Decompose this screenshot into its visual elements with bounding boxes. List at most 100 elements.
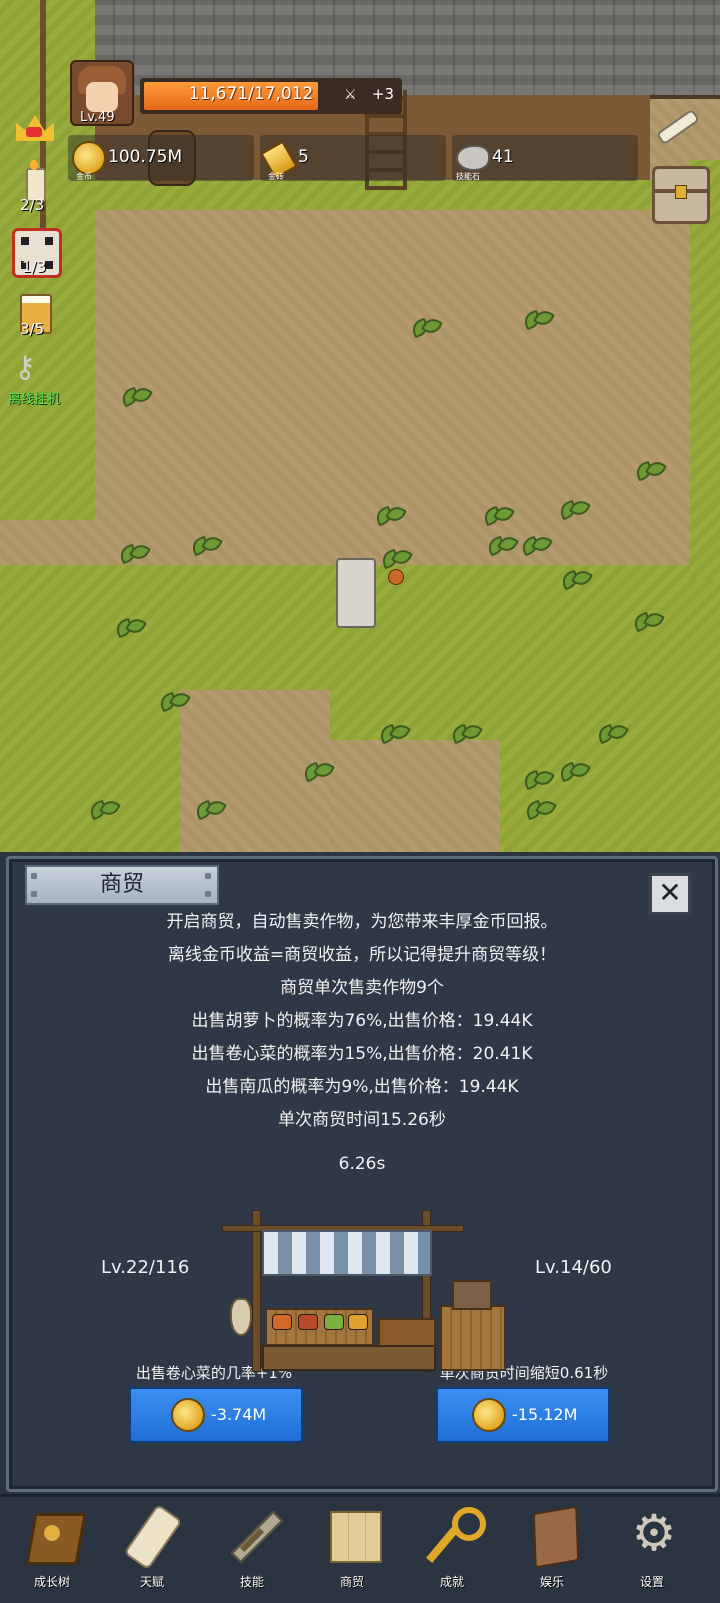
stall-counter — [262, 1345, 436, 1371]
wooden-crate — [440, 1305, 506, 1371]
right-upgrade-button[interactable]: -15.12M — [436, 1387, 610, 1443]
crop-plant — [452, 724, 478, 742]
gold-coin-icon — [72, 141, 106, 175]
crown-icon[interactable] — [12, 105, 58, 151]
crop-plant — [412, 318, 438, 336]
description-line: 出售胡萝卜的概率为76%,出售价格：19.44K — [191, 1011, 533, 1031]
player-level: Lv.49 — [80, 110, 115, 125]
nav-item-entertainment[interactable]: 娱乐 — [502, 1497, 602, 1603]
game-field[interactable]: Lv.49 11,671/17,012 ⚔ +3 100.75M 金币 5 金砖… — [0, 0, 720, 852]
crop-plant — [526, 800, 552, 818]
description-line: 出售南瓜的概率为9%,出售价格：19.44K — [205, 1077, 519, 1097]
crop-plant — [120, 544, 146, 562]
left-upgrade-button[interactable]: -3.74M — [129, 1387, 303, 1443]
description-line: 离线金币收益=商贸收益，所以记得提升商贸等级！ — [167, 945, 557, 965]
gold-resource: 100.75M 金币 — [68, 135, 254, 181]
nav-label: 成长树 — [33, 1575, 70, 1589]
scroll-icon — [123, 1503, 183, 1571]
panel-title: 商贸 — [25, 865, 219, 905]
crop-plant — [560, 500, 586, 518]
beer-count: 3/5 — [20, 320, 45, 338]
crop-plant — [634, 612, 660, 630]
hp-bonus: +3 — [371, 85, 394, 103]
crop-plant — [116, 618, 142, 636]
gold-bar-label: 金砖 — [268, 172, 284, 181]
bone-icon[interactable] — [650, 100, 701, 148]
nav-item-growth-tree[interactable]: 成长树 — [2, 1497, 102, 1603]
nav-label: 娱乐 — [539, 1575, 564, 1589]
hp-text: 11,671/17,012 — [188, 84, 314, 104]
right-upgrade-level: Lv.14/60 — [535, 1257, 612, 1278]
left-upgrade-level: Lv.22/116 — [101, 1257, 190, 1278]
crop-plant — [524, 770, 550, 788]
skill-stone-value: 41 — [492, 147, 514, 167]
left-upgrade-cost: -3.74M — [211, 1405, 267, 1424]
crop-plant — [522, 536, 548, 554]
description-line: 开启商贸，自动售卖作物，为您带来丰厚金币回报。 — [166, 912, 558, 932]
treasure-chest-icon[interactable] — [652, 166, 710, 224]
sword-icon — [228, 1507, 284, 1564]
nav-item-skill[interactable]: 技能 — [202, 1497, 302, 1603]
description-line: 出售卷心菜的概率为15%,出售价格：20.41K — [191, 1044, 533, 1064]
skill-stone-icon — [456, 145, 490, 171]
carrot-produce — [272, 1314, 292, 1330]
cloth-icon — [528, 1505, 580, 1569]
gold-coin-icon — [472, 1398, 506, 1432]
gear-icon: ⚙ — [631, 1504, 677, 1562]
crop-plant — [484, 506, 510, 524]
crop-plant — [562, 570, 588, 588]
hp-bar: 11,671/17,012 ⚔ +3 — [140, 78, 402, 114]
dice-count: 1/3 — [22, 258, 47, 276]
small-box — [452, 1280, 492, 1310]
sword-icon: ⚔ — [344, 87, 357, 103]
crop-plant — [304, 762, 330, 780]
crop-plant — [160, 692, 186, 710]
nav-label: 技能 — [239, 1575, 264, 1589]
trade-panel: 商贸 ✕ 开启商贸，自动售卖作物，为您带来丰厚金币回报。 离线金币收益=商贸收益… — [6, 856, 718, 1492]
crop-plant — [598, 724, 624, 742]
crop-plant — [122, 387, 148, 405]
crop-plant — [192, 536, 218, 554]
bottom-navigation: 成长树 天赋 技能 商贸 成就 娱乐 ⚙ 设置 — [0, 1494, 720, 1603]
candle-count: 2/3 — [20, 196, 45, 214]
crop-plant — [488, 536, 514, 554]
nav-item-trade[interactable]: 商贸 — [302, 1497, 402, 1603]
map-icon — [328, 1507, 382, 1563]
skill-stone-label: 技能石 — [456, 172, 480, 181]
nav-label: 成就 — [439, 1575, 464, 1589]
idle-label[interactable]: 离线挂机 — [8, 388, 60, 407]
crop-plant — [196, 800, 222, 818]
nav-label: 商贸 — [339, 1575, 364, 1589]
right-upgrade-cost: -15.12M — [512, 1405, 578, 1424]
gold-bar-resource: 5 金砖 — [260, 135, 446, 181]
carrot-produce — [298, 1314, 318, 1330]
crop-plant — [376, 506, 402, 524]
nav-label: 设置 — [639, 1575, 664, 1589]
crop-plant — [378, 545, 414, 585]
gold-value: 100.75M — [108, 147, 183, 167]
sack — [230, 1298, 252, 1336]
character-face — [346, 578, 366, 584]
nav-item-settings[interactable]: ⚙ 设置 — [602, 1497, 702, 1603]
description-line: 商贸单次售卖作物9个 — [280, 978, 444, 998]
description-line: 单次商贸时间15.26秒 — [278, 1110, 446, 1130]
stall-awning — [262, 1230, 432, 1276]
trade-timer: 6.26s — [338, 1154, 386, 1174]
crop-plant — [560, 762, 586, 780]
book-icon — [25, 1507, 87, 1565]
key-icon — [426, 1507, 486, 1563]
crop-plant — [524, 310, 550, 328]
crop-plant — [380, 724, 406, 742]
cabbage-produce — [324, 1314, 344, 1330]
gold-bar-value: 5 — [298, 147, 309, 167]
pumpkin-produce — [348, 1314, 368, 1330]
crop-plant — [90, 800, 116, 818]
nav-item-achievement[interactable]: 成就 — [402, 1497, 502, 1603]
nav-item-talent[interactable]: 天赋 — [102, 1497, 202, 1603]
player-character[interactable] — [336, 558, 376, 628]
gold-label: 金币 — [76, 172, 92, 181]
dirt-patch-2 — [330, 740, 500, 852]
nav-label: 天赋 — [139, 1575, 164, 1589]
crop-plant — [636, 461, 662, 479]
idle-key-icon[interactable]: ⚷ — [14, 350, 58, 386]
